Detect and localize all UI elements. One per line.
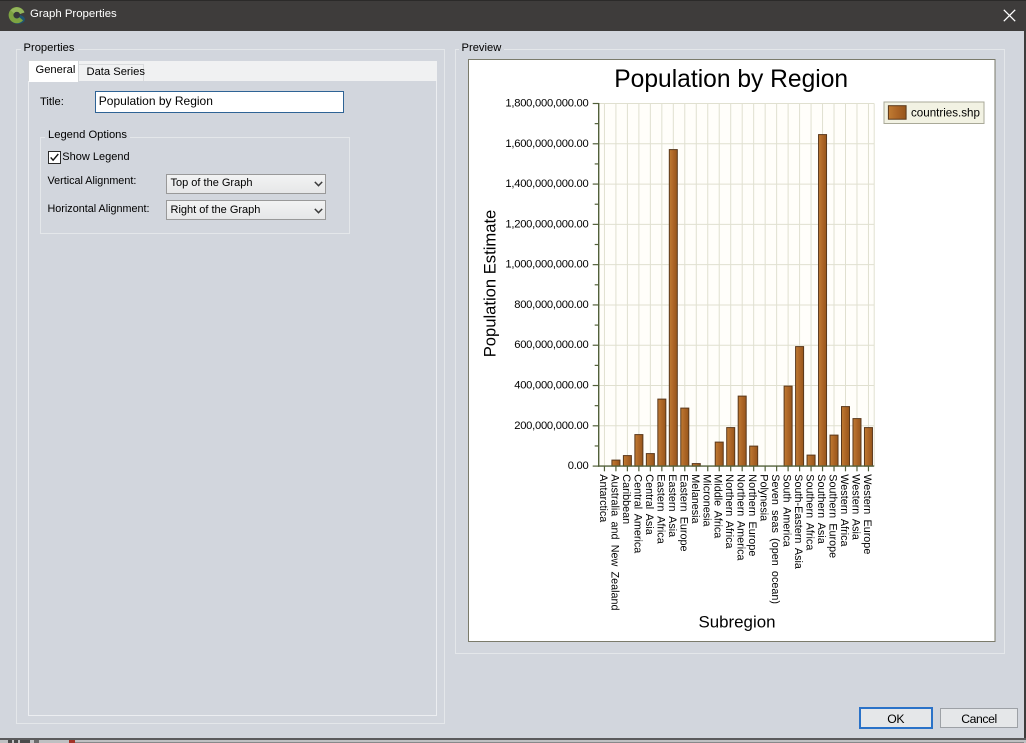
svg-text:Eastern Africa: Eastern Africa [654,474,666,543]
svg-text:South-Eastern Asia: South-Eastern Asia [792,474,804,569]
svg-text:600,000,000.00: 600,000,000.00 [514,339,588,351]
svg-text:1,000,000,000.00: 1,000,000,000.00 [505,259,588,271]
svg-text:Northern Europe: Northern Europe [746,474,758,556]
svg-text:Micronesia: Micronesia [700,474,712,526]
svg-text:Southern Africa: Southern Africa [804,474,816,550]
svg-text:countries.shp: countries.shp [911,106,980,119]
svg-text:Seven seas (open ocean): Seven seas (open ocean) [769,474,781,604]
svg-text:Subregion: Subregion [698,613,775,632]
svg-text:Northern America: Northern America [735,474,747,560]
svg-text:Caribbean: Caribbean [620,474,632,524]
svg-text:Eastern Europe: Eastern Europe [677,474,689,551]
svg-text:1,200,000,000.00: 1,200,000,000.00 [505,218,588,230]
svg-text:400,000,000.00: 400,000,000.00 [514,380,588,392]
svg-text:Population by Region: Population by Region [614,66,848,93]
svg-text:200,000,000.00: 200,000,000.00 [514,420,588,432]
svg-text:Australia and New Zealand: Australia and New Zealand [608,474,620,610]
svg-text:Middle Africa: Middle Africa [712,474,724,538]
svg-text:Population Estimate: Population Estimate [480,210,499,358]
svg-text:Western Asia: Western Asia [849,474,861,540]
svg-text:Melanesia: Melanesia [689,474,701,523]
svg-text:800,000,000.00: 800,000,000.00 [514,299,588,311]
svg-text:Central America: Central America [631,474,643,553]
svg-text:Northern Africa: Northern Africa [723,474,735,548]
svg-text:0.00: 0.00 [568,460,589,472]
svg-text:Eastern Asia: Eastern Asia [666,474,678,537]
svg-text:Southern Europe: Southern Europe [827,474,839,558]
svg-text:Central Asia: Central Asia [643,474,655,534]
svg-text:1,800,000,000.00: 1,800,000,000.00 [505,98,588,110]
svg-text:1,400,000,000.00: 1,400,000,000.00 [505,178,588,190]
svg-text:Antarctica: Antarctica [597,474,609,522]
svg-text:Western Africa: Western Africa [838,474,850,546]
svg-text:Southern Asia: Southern Asia [815,474,827,543]
svg-text:Polynesia: Polynesia [758,474,770,521]
svg-text:South America: South America [781,474,793,546]
svg-text:Western Europe: Western Europe [861,474,873,554]
svg-text:1,600,000,000.00: 1,600,000,000.00 [505,138,588,150]
